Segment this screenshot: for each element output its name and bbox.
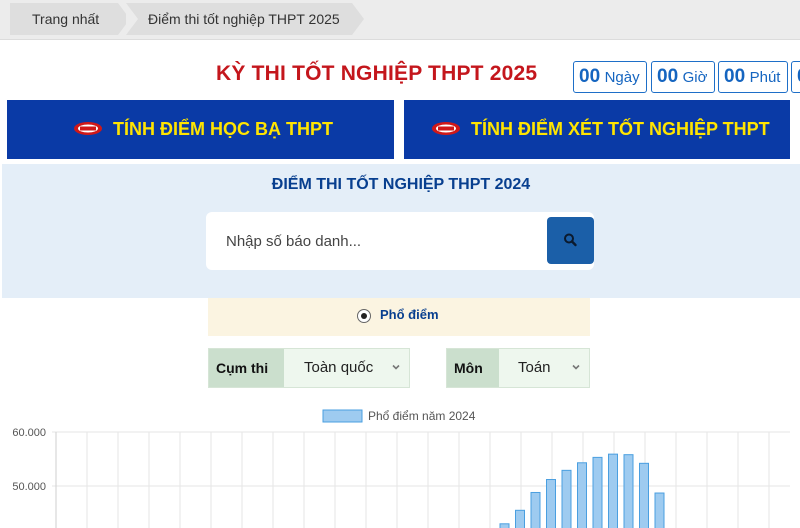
chevron-down-icon: [392, 364, 400, 370]
chevron-down-icon: [572, 364, 580, 370]
search-icon: [564, 233, 577, 247]
breadcrumb: Trang nhất Điểm thi tốt nghiệp THPT 2025: [0, 0, 800, 40]
calc-badge-icon: [74, 121, 102, 135]
chart-bar: [546, 479, 556, 528]
chart-bar: [639, 462, 649, 528]
countdown-days: 00 Ngày: [573, 61, 647, 93]
score-distribution-label[interactable]: Phổ điểm: [380, 307, 439, 322]
search-panel-title: ĐIỂM THI TỐT NGHIỆP THPT 2024: [271, 176, 531, 193]
chart-bar: [623, 454, 634, 528]
chart-bar: [577, 462, 587, 528]
cluster-select[interactable]: Cụm thi Toàn quốc: [208, 348, 410, 388]
score-distribution-chart: 60.000 50.000 Phổ điểm năm 2024: [0, 400, 800, 528]
cluster-label: Cụm thi: [209, 349, 284, 387]
calc-hoc-ba-label: TÍNH ĐIỂM HỌC BẠ THPT: [113, 119, 333, 139]
calc-xet-tot-nghiep-button[interactable]: TÍNH ĐIỂM XÉT TỐT NGHIỆP THPT: [404, 100, 790, 159]
chart-bar: [608, 453, 618, 528]
subject-select[interactable]: Môn Toán: [446, 348, 590, 388]
page: Trang nhất Điểm thi tốt nghiệp THPT 2025…: [0, 0, 800, 528]
y-tick-label: 50.000: [12, 481, 46, 493]
chart-bar: [592, 456, 603, 528]
cluster-value: Toàn quốc: [304, 359, 374, 376]
view-option-bar: Phổ điểm: [208, 298, 590, 336]
chart-bar: [654, 492, 665, 528]
calc-hoc-ba-button[interactable]: TÍNH ĐIỂM HỌC BẠ THPT: [7, 100, 394, 159]
search-input[interactable]: [206, 212, 544, 270]
countdown-minutes-value: 00: [724, 66, 746, 87]
countdown-hours-unit: Giờ: [682, 69, 708, 86]
countdown-seconds: 0: [791, 61, 800, 93]
chart-bar: [561, 469, 572, 528]
countdown-hours-value: 00: [657, 66, 679, 87]
countdown-hours: 00 Giờ: [651, 61, 715, 93]
subject-value: Toán: [518, 359, 551, 376]
search-box: [206, 212, 594, 270]
countdown-minutes-unit: Phút: [749, 69, 781, 86]
score-distribution-radio[interactable]: [357, 309, 371, 323]
chart-svg: 60.000 50.000 Phổ điểm năm 2024: [12, 409, 790, 528]
countdown-minutes: 00 Phút: [718, 61, 788, 93]
y-tick-label: 60.000: [12, 427, 46, 439]
countdown-days-unit: Ngày: [604, 69, 640, 86]
radio-selected-dot: [361, 313, 367, 319]
breadcrumb-current-link[interactable]: Điểm thi tốt nghiệp THPT 2025: [126, 3, 364, 35]
subject-label: Môn: [447, 349, 499, 387]
search-panel: ĐIỂM THI TỐT NGHIỆP THPT 2024: [2, 164, 800, 298]
search-button[interactable]: [547, 217, 594, 264]
calc-badge-icon: [432, 121, 460, 135]
countdown-days-value: 00: [579, 66, 601, 87]
exam-title: KỲ THI TỐT NGHIỆP THPT 2025: [216, 62, 538, 85]
calc-xet-tot-nghiep-label: TÍNH ĐIỂM XÉT TỐT NGHIỆP THPT: [471, 119, 770, 139]
breadcrumb-home-link[interactable]: Trang nhất: [10, 3, 130, 35]
chart-bar: [515, 509, 525, 528]
chart-bar: [499, 523, 510, 528]
legend-swatch: [322, 409, 363, 423]
chart-bar: [530, 491, 541, 528]
legend-label: Phổ điểm năm 2024: [368, 409, 476, 423]
